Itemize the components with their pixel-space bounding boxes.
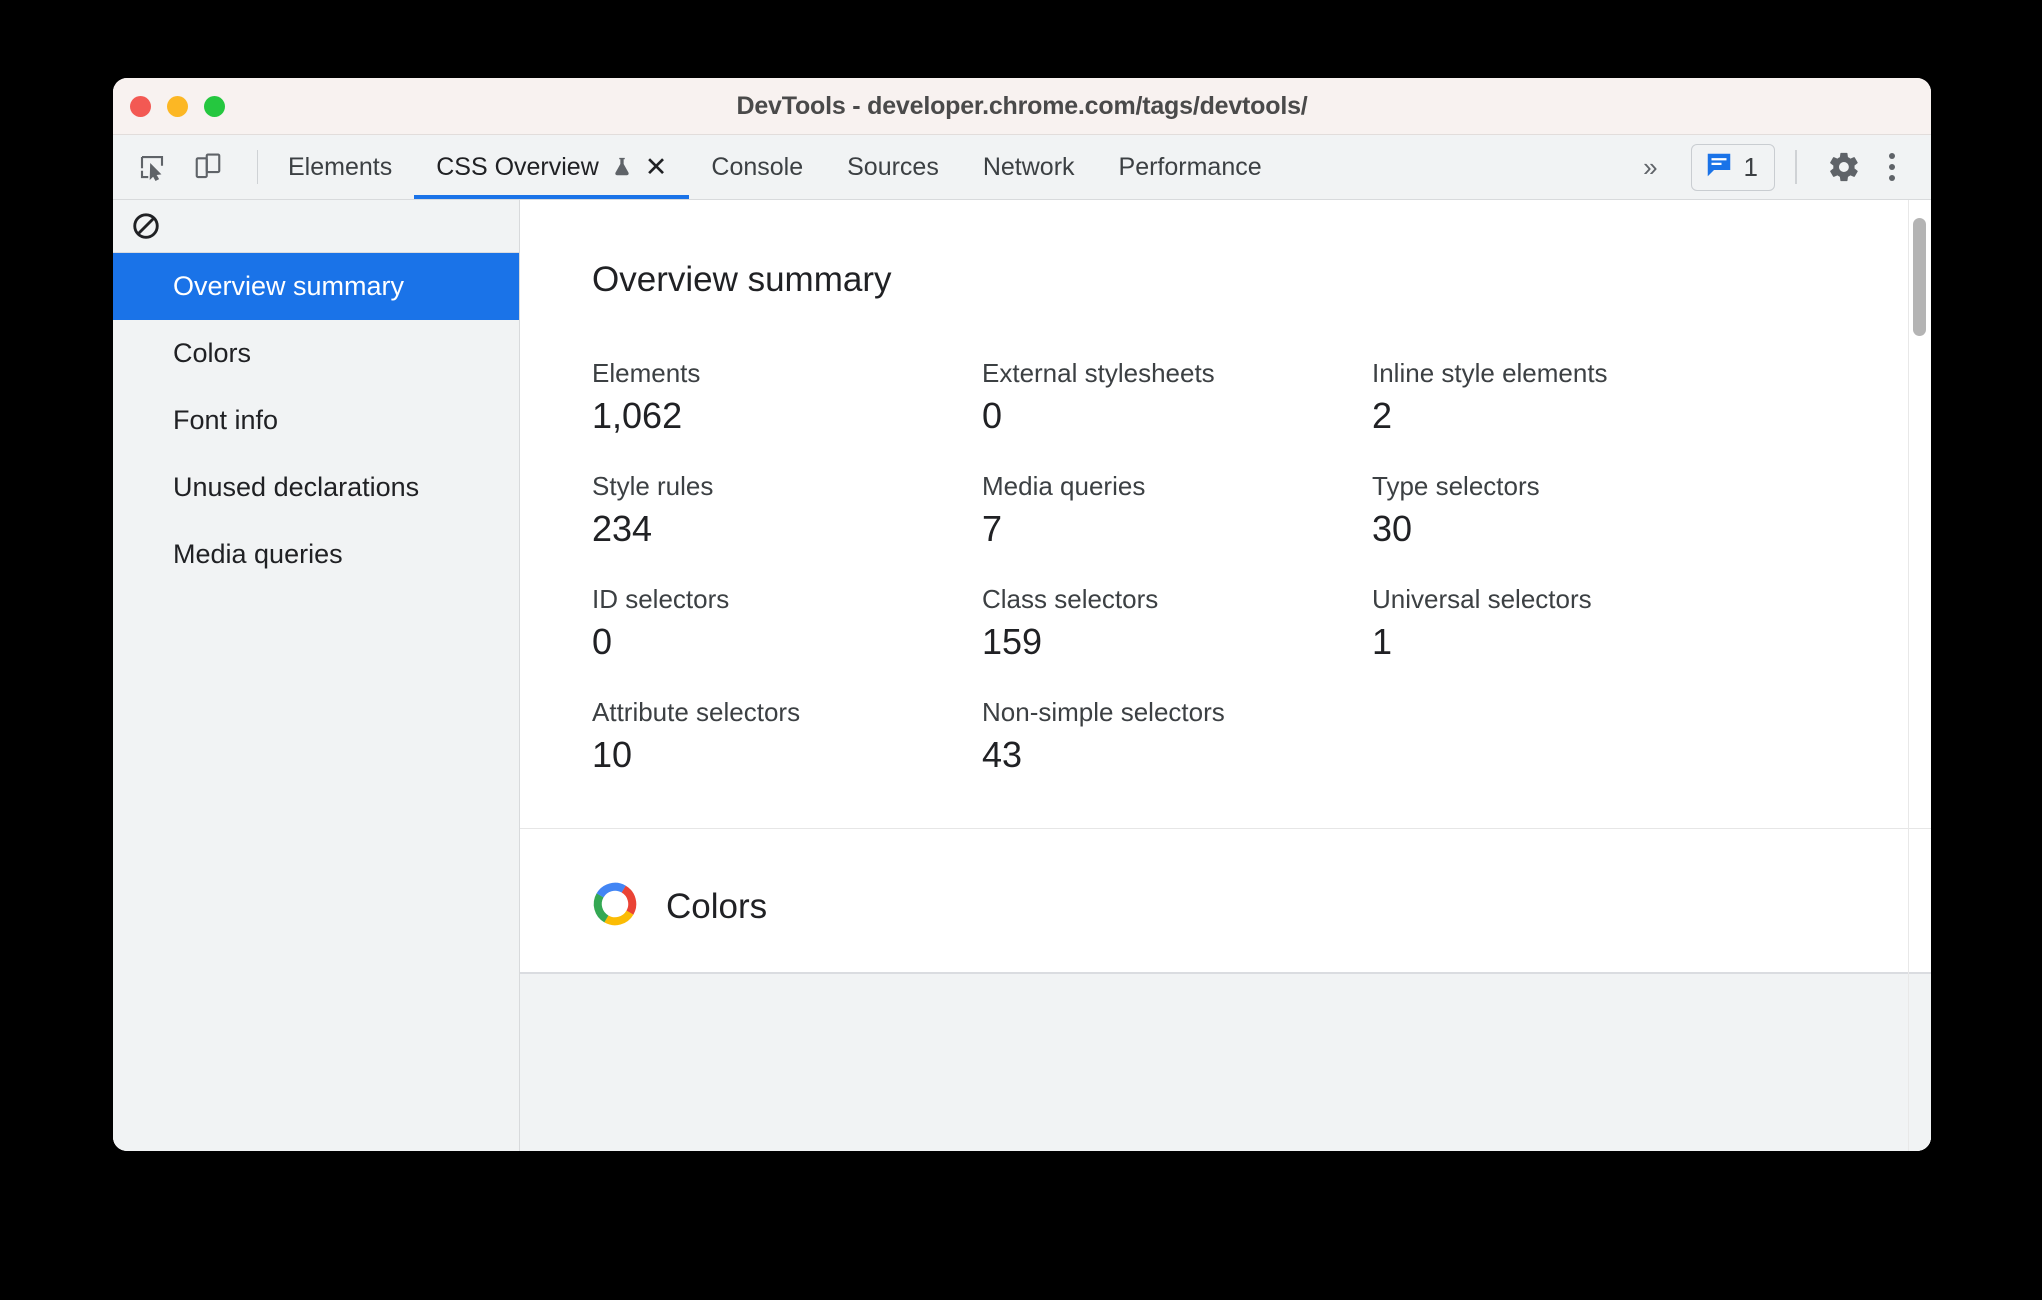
color-wheel-icon [592, 881, 638, 932]
metric-value: 1,062 [592, 395, 683, 436]
metric-label: Type selectors [1372, 471, 1540, 501]
metric-value: 43 [982, 734, 1023, 775]
metric-value: 10 [592, 734, 633, 775]
metrics-grid: Elements 1,062 External stylesheets 0 In… [592, 358, 1931, 776]
sidebar-item-label: Unused declarations [173, 472, 420, 502]
metric-style-rules: Style rules 234 [592, 471, 982, 550]
devtools-window: DevTools - developer.chrome.com/tags/dev… [113, 78, 1931, 1151]
window-title: DevTools - developer.chrome.com/tags/dev… [736, 91, 1308, 120]
experiment-flask-icon [611, 154, 633, 180]
tab-network[interactable]: Network [961, 135, 1097, 199]
tab-performance[interactable]: Performance [1097, 135, 1284, 199]
metric-value: 7 [982, 508, 1003, 549]
inspect-element-icon[interactable] [131, 146, 173, 188]
issues-counter-button[interactable]: 1 [1690, 143, 1775, 191]
tab-label: Elements [288, 152, 393, 181]
metric-label: Media queries [982, 471, 1146, 501]
tab-sources[interactable]: Sources [825, 135, 961, 199]
tab-label: Network [982, 152, 1075, 181]
tab-css-overview[interactable]: CSS Overview ✕ [414, 135, 690, 199]
metric-class-selectors: Class selectors 159 [982, 584, 1372, 663]
metric-elements: Elements 1,062 [592, 358, 982, 437]
content-scrollbar[interactable] [1909, 200, 1931, 1151]
metric-external-stylesheets: External stylesheets 0 [982, 358, 1372, 437]
toolbar-divider-right [1795, 150, 1797, 184]
toolbar-right-icons: » 1 [1625, 135, 1931, 199]
metric-universal-selectors: Universal selectors 1 [1372, 584, 1762, 663]
metric-value: 234 [592, 508, 653, 549]
tab-console[interactable]: Console [689, 135, 825, 199]
close-window-button[interactable] [130, 95, 151, 117]
metric-label: External stylesheets [982, 358, 1215, 388]
metric-label: Inline style elements [1372, 358, 1608, 388]
window-titlebar: DevTools - developer.chrome.com/tags/dev… [113, 78, 1931, 135]
metric-label: Class selectors [982, 584, 1159, 614]
panel-tabs: Elements CSS Overview ✕ Console Sources … [266, 135, 1284, 199]
metric-value: 2 [1372, 395, 1393, 436]
metric-value: 159 [982, 621, 1043, 662]
sidebar-item-label: Colors [173, 338, 252, 368]
metric-inline-style-elements: Inline style elements 2 [1372, 358, 1762, 437]
metric-media-queries: Media queries 7 [982, 471, 1372, 550]
device-toolbar-icon[interactable] [187, 146, 229, 188]
sidebar-item-media-queries[interactable]: Media queries [113, 521, 519, 588]
tab-elements[interactable]: Elements [266, 135, 414, 199]
metric-label: ID selectors [592, 584, 730, 614]
more-tabs-icon[interactable]: » [1625, 152, 1672, 183]
metric-label: Style rules [592, 471, 714, 501]
scrollbar-thumb[interactable] [1913, 218, 1926, 336]
metric-value: 0 [982, 395, 1003, 436]
sidebar-item-colors[interactable]: Colors [113, 320, 519, 387]
metric-type-selectors: Type selectors 30 [1372, 471, 1762, 550]
zoom-window-button[interactable] [204, 95, 225, 117]
tab-label: Console [711, 152, 804, 181]
gear-icon[interactable] [1817, 150, 1871, 184]
css-overview-content: Overview summary Elements 1,062 External… [520, 200, 1931, 1151]
kebab-menu-icon[interactable] [1877, 153, 1911, 181]
sidebar-toolbar [113, 200, 519, 253]
content-bottom-strip [520, 973, 1931, 1151]
tab-label: Sources [847, 152, 939, 181]
metric-attribute-selectors: Attribute selectors 10 [592, 697, 982, 776]
colors-section-title: Colors [666, 886, 768, 926]
metric-non-simple-selectors: Non-simple selectors 43 [982, 697, 1372, 776]
tab-label: Performance [1118, 152, 1262, 181]
overview-summary-panel: Overview summary Elements 1,062 External… [520, 200, 1931, 829]
block-clear-icon[interactable] [131, 211, 161, 241]
metric-id-selectors: ID selectors 0 [592, 584, 982, 663]
sidebar-item-label: Media queries [173, 539, 343, 569]
sidebar-item-label: Overview summary [173, 271, 405, 301]
sidebar-item-overview-summary[interactable]: Overview summary [113, 253, 519, 320]
devtools-body: Overview summary Colors Font info Unused… [113, 200, 1931, 1151]
metric-label: Non-simple selectors [982, 697, 1225, 727]
page-title: Overview summary [592, 260, 892, 299]
sidebar-item-label: Font info [173, 405, 279, 435]
issues-message-icon [1704, 150, 1734, 185]
sidebar-item-font-info[interactable]: Font info [113, 387, 519, 454]
metric-value: 30 [1372, 508, 1413, 549]
close-icon[interactable]: ✕ [645, 153, 668, 181]
metric-label: Universal selectors [1372, 584, 1592, 614]
metric-value: 0 [592, 621, 613, 662]
toolbar-left-icons [113, 135, 266, 199]
css-overview-sidebar: Overview summary Colors Font info Unused… [113, 200, 520, 1151]
metric-empty-slot [1372, 697, 1762, 776]
metric-label: Elements [592, 358, 701, 388]
tab-label: CSS Overview [436, 152, 599, 181]
devtools-toolbar: Elements CSS Overview ✕ Console Sources … [113, 135, 1931, 200]
colors-section-header[interactable]: Colors [520, 829, 1931, 973]
window-controls [130, 95, 225, 117]
toolbar-divider [257, 150, 258, 184]
issues-count: 1 [1743, 151, 1758, 182]
minimize-window-button[interactable] [167, 95, 188, 117]
sidebar-item-unused-declarations[interactable]: Unused declarations [113, 454, 519, 521]
metric-label: Attribute selectors [592, 697, 801, 727]
metric-value: 1 [1372, 621, 1393, 662]
